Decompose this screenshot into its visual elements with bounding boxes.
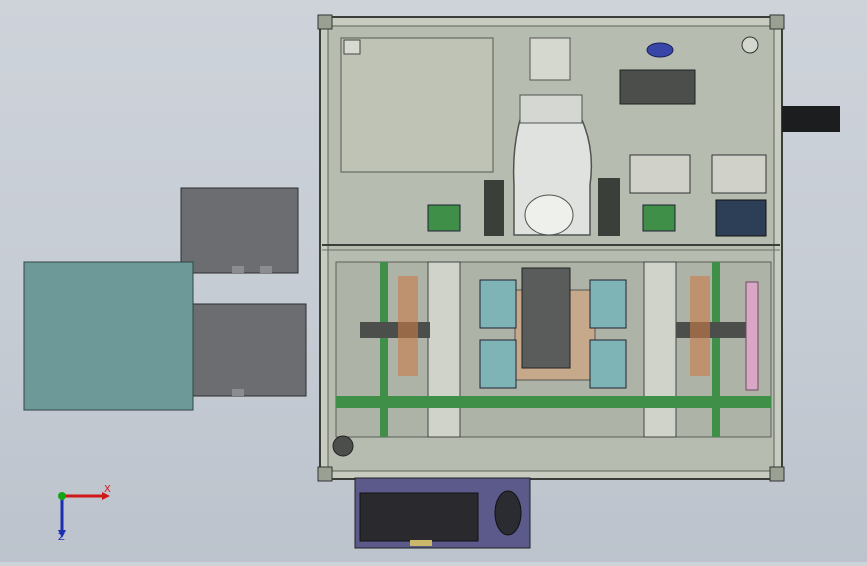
upper-grey-block bbox=[180, 187, 299, 274]
corner-bracket bbox=[317, 14, 333, 30]
block-notch bbox=[260, 266, 272, 273]
base-plate-block bbox=[359, 492, 479, 542]
lower-rail bbox=[336, 396, 771, 408]
valve-bank bbox=[619, 69, 696, 105]
corner-bracket bbox=[317, 466, 333, 482]
right-slide-rail bbox=[643, 261, 677, 438]
corner-bracket bbox=[769, 14, 785, 30]
pressure-gauge bbox=[646, 42, 674, 58]
cad-model[interactable] bbox=[0, 0, 867, 562]
green-rail bbox=[380, 262, 388, 437]
side-column bbox=[598, 178, 620, 236]
central-clamp bbox=[521, 267, 571, 369]
terminal-block bbox=[629, 154, 691, 194]
left-cylinder bbox=[360, 322, 430, 338]
orientation-triad[interactable]: X Z bbox=[40, 480, 120, 550]
right-cylinder bbox=[676, 322, 746, 338]
side-column bbox=[484, 180, 504, 236]
teal-block bbox=[23, 261, 194, 411]
x-axis-label: X bbox=[104, 484, 111, 495]
block-notch bbox=[232, 266, 244, 273]
gripper-module bbox=[479, 339, 517, 389]
z-axis-label: Z bbox=[58, 532, 65, 543]
gripper-module bbox=[479, 279, 517, 329]
terminal-block bbox=[711, 154, 767, 194]
green-module bbox=[427, 204, 461, 232]
robot-mount bbox=[519, 94, 583, 124]
green-module bbox=[642, 204, 676, 232]
lower-section bbox=[332, 261, 772, 457]
left-slide-rail bbox=[427, 261, 461, 438]
corner-fixture bbox=[741, 36, 759, 54]
green-rail bbox=[712, 262, 720, 437]
motor-unit bbox=[715, 199, 767, 237]
cad-viewport[interactable]: X Z bbox=[0, 0, 867, 562]
orange-bracket bbox=[690, 276, 710, 376]
top-bracket bbox=[529, 37, 571, 81]
base-plate bbox=[354, 477, 531, 549]
lower-grey-block bbox=[191, 303, 307, 397]
right-side-fixture bbox=[782, 106, 840, 132]
label-tag bbox=[410, 540, 432, 546]
gripper-module bbox=[589, 339, 627, 389]
block-notch bbox=[232, 389, 244, 396]
gripper-module bbox=[589, 279, 627, 329]
y-axis-dot bbox=[58, 492, 66, 500]
corner-bracket bbox=[769, 466, 785, 482]
orange-bracket bbox=[398, 276, 418, 376]
mouse-shape bbox=[494, 490, 522, 536]
stock-blocks bbox=[23, 187, 307, 411]
panel-button bbox=[343, 39, 361, 55]
robot-shoulder bbox=[524, 194, 574, 236]
knob bbox=[332, 435, 354, 457]
pink-tube bbox=[745, 281, 759, 391]
control-panel bbox=[340, 37, 494, 173]
